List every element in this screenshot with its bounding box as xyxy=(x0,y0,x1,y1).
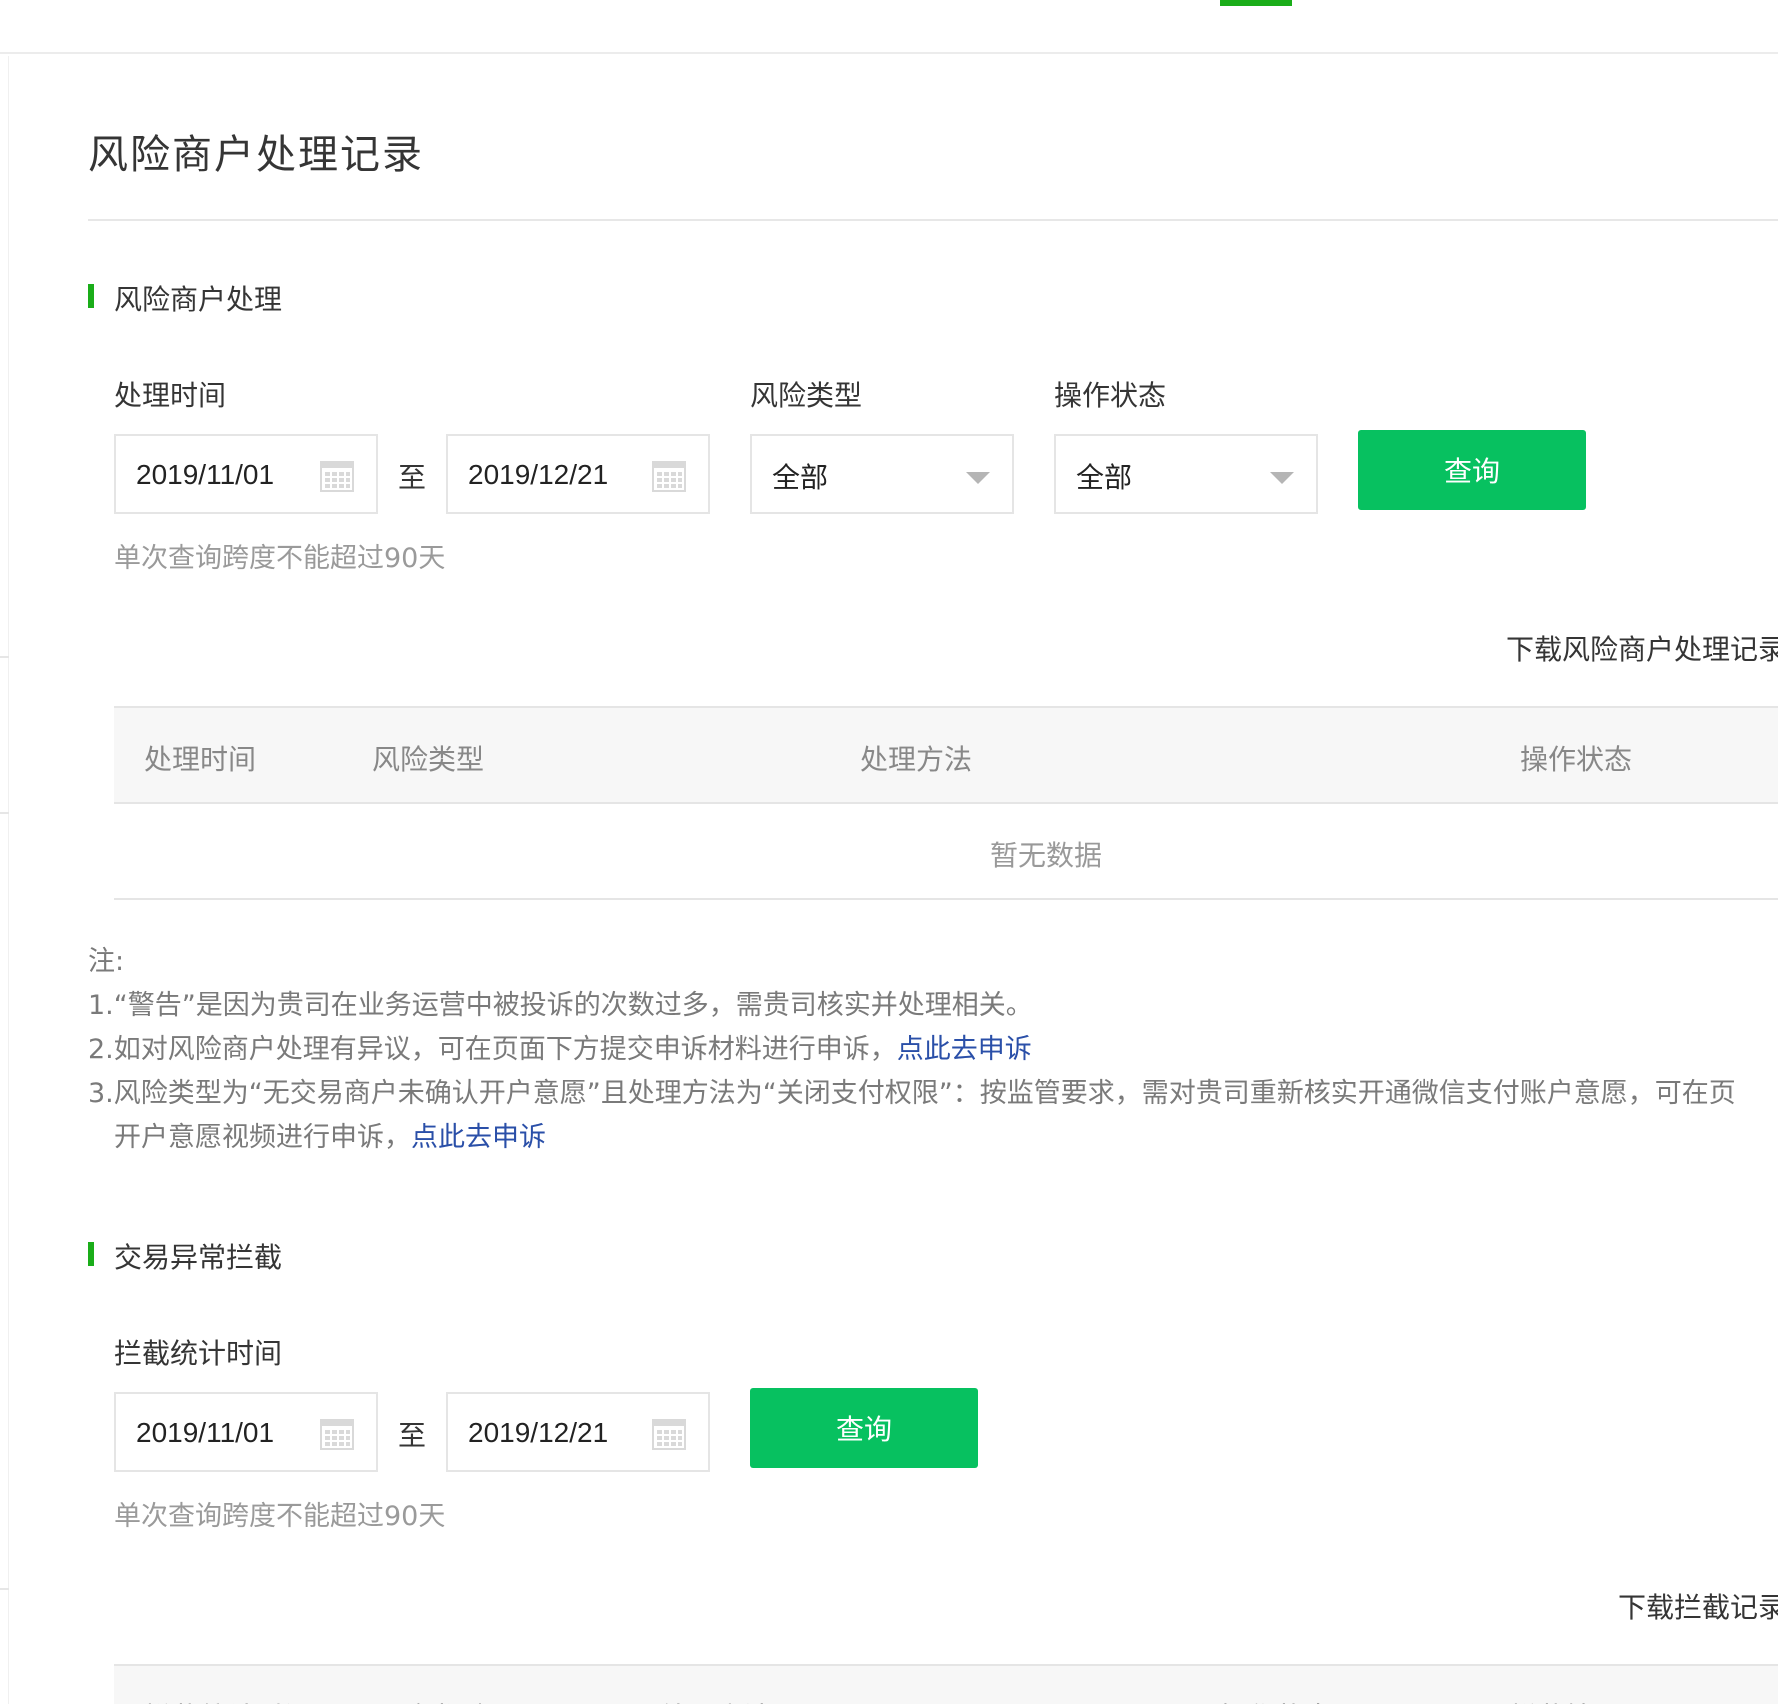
intercept-start-date-field[interactable] xyxy=(114,1392,378,1472)
column-header: 处理方法 xyxy=(660,1696,772,1704)
section-title-intercept: 交易异常拦截 xyxy=(114,1241,283,1274)
table-bottom-border xyxy=(114,898,1778,900)
calendar-icon[interactable] xyxy=(652,1416,686,1450)
section-title-risk: 风险商户处理 xyxy=(114,283,283,316)
intercept-start-date-input[interactable] xyxy=(136,1414,316,1452)
note-line-2-text: 2.如对风险商户处理有异议，可在页面下方提交申诉材料进行申诉， xyxy=(88,1034,897,1065)
title-divider xyxy=(88,219,1778,221)
end-date-input[interactable] xyxy=(468,456,648,494)
start-date-field[interactable] xyxy=(114,434,378,514)
label-risk-type: 风险类型 xyxy=(750,379,863,412)
note-line-3: 3.风险类型为“无交易商户未确认开户意愿”且处理方法为“关闭支付权限”：按监管要… xyxy=(88,1078,1736,1109)
note-line-4-text: 开户意愿视频进行申诉， xyxy=(114,1122,411,1153)
top-nav-bar xyxy=(0,0,1778,54)
intercept-query-button[interactable]: 查询 xyxy=(750,1388,978,1468)
table-empty-row: 暂无数据 xyxy=(114,804,1778,900)
label-handle-time: 处理时间 xyxy=(114,379,227,412)
rail-divider xyxy=(0,656,9,658)
status-selected: 全部 xyxy=(1076,461,1133,494)
risk-type-select[interactable]: 全部 xyxy=(750,434,1014,514)
note-line-1: 1.“警告”是因为贵司在业务运营中被投诉的次数过多，需贵司核实并处理相关。 xyxy=(88,990,1033,1021)
download-intercept-records-link[interactable]: 下载拦截记录 xyxy=(1618,1586,1778,1626)
column-header: 操作状态 xyxy=(1220,1696,1332,1704)
query-button[interactable]: 查询 xyxy=(1358,430,1586,510)
active-tab-indicator xyxy=(1220,0,1292,6)
calendar-icon[interactable] xyxy=(652,458,686,492)
date-range-hint: 单次查询跨度不能超过90天 xyxy=(114,543,446,574)
intercept-table-header: 拦截统计时间 风险类型 处理方法 操作状态 拦截情况 xyxy=(114,1664,1778,1704)
calendar-icon[interactable] xyxy=(320,1416,354,1450)
empty-state-text: 暂无数据 xyxy=(990,839,1103,872)
column-header: 拦截情况 xyxy=(1510,1696,1622,1704)
section-accent-bar xyxy=(88,1242,94,1266)
appeal-link[interactable]: 点此去申诉 xyxy=(897,1034,1032,1065)
column-header: 处理方法 xyxy=(860,743,973,776)
rail-divider xyxy=(0,812,9,814)
start-date-input[interactable] xyxy=(136,456,316,494)
risk-type-selected: 全部 xyxy=(772,461,829,494)
rail-divider xyxy=(0,1588,9,1590)
page-title: 风险商户处理记录 xyxy=(88,132,424,178)
intercept-end-date-field[interactable] xyxy=(446,1392,710,1472)
note-line-4: 开户意愿视频进行申诉，点此去申诉 xyxy=(114,1116,546,1160)
section-accent-bar xyxy=(88,284,94,308)
left-rail xyxy=(0,56,9,1704)
appeal-link[interactable]: 点此去申诉 xyxy=(411,1122,546,1153)
label-operation-status: 操作状态 xyxy=(1054,379,1167,412)
column-header: 操作状态 xyxy=(1520,743,1633,776)
note-line-2: 2.如对风险商户处理有异议，可在页面下方提交申诉材料进行申诉，点此去申诉 xyxy=(88,1028,1032,1072)
column-header: 风险类型 xyxy=(372,1696,484,1704)
end-date-field[interactable] xyxy=(446,434,710,514)
download-risk-records-link[interactable]: 下载风险商户处理记录 xyxy=(1506,628,1778,668)
range-separator: 至 xyxy=(398,1419,427,1452)
column-header: 拦截统计时间 xyxy=(144,1696,312,1704)
intercept-date-range-hint: 单次查询跨度不能超过90天 xyxy=(114,1501,446,1532)
column-header: 风险类型 xyxy=(372,743,485,776)
range-separator: 至 xyxy=(398,461,427,494)
column-header: 处理时间 xyxy=(144,743,257,776)
intercept-end-date-input[interactable] xyxy=(468,1414,648,1452)
notes-heading: 注: xyxy=(88,946,125,977)
chevron-down-icon xyxy=(966,472,990,484)
label-intercept-time: 拦截统计时间 xyxy=(114,1337,283,1370)
chevron-down-icon xyxy=(1270,472,1294,484)
calendar-icon[interactable] xyxy=(320,458,354,492)
risk-table-header: 处理时间 风险类型 处理方法 操作状态 xyxy=(114,706,1778,804)
status-select[interactable]: 全部 xyxy=(1054,434,1318,514)
